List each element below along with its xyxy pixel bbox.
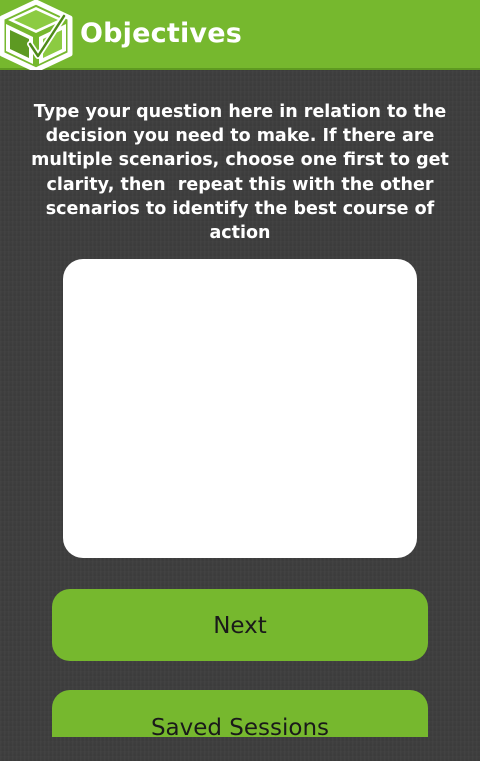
instructions-text: Type your question here in relation to t… xyxy=(31,102,455,244)
saved-sessions-label: Saved Sessions xyxy=(150,715,330,737)
saved-sessions-button[interactable]: Saved Sessions xyxy=(52,690,428,737)
app-logo-icon[interactable] xyxy=(0,0,74,73)
next-button[interactable]: Next xyxy=(52,589,428,661)
question-input[interactable] xyxy=(63,259,417,558)
page-title: Objectives xyxy=(80,18,242,49)
action-bar: Objectives xyxy=(0,0,480,73)
